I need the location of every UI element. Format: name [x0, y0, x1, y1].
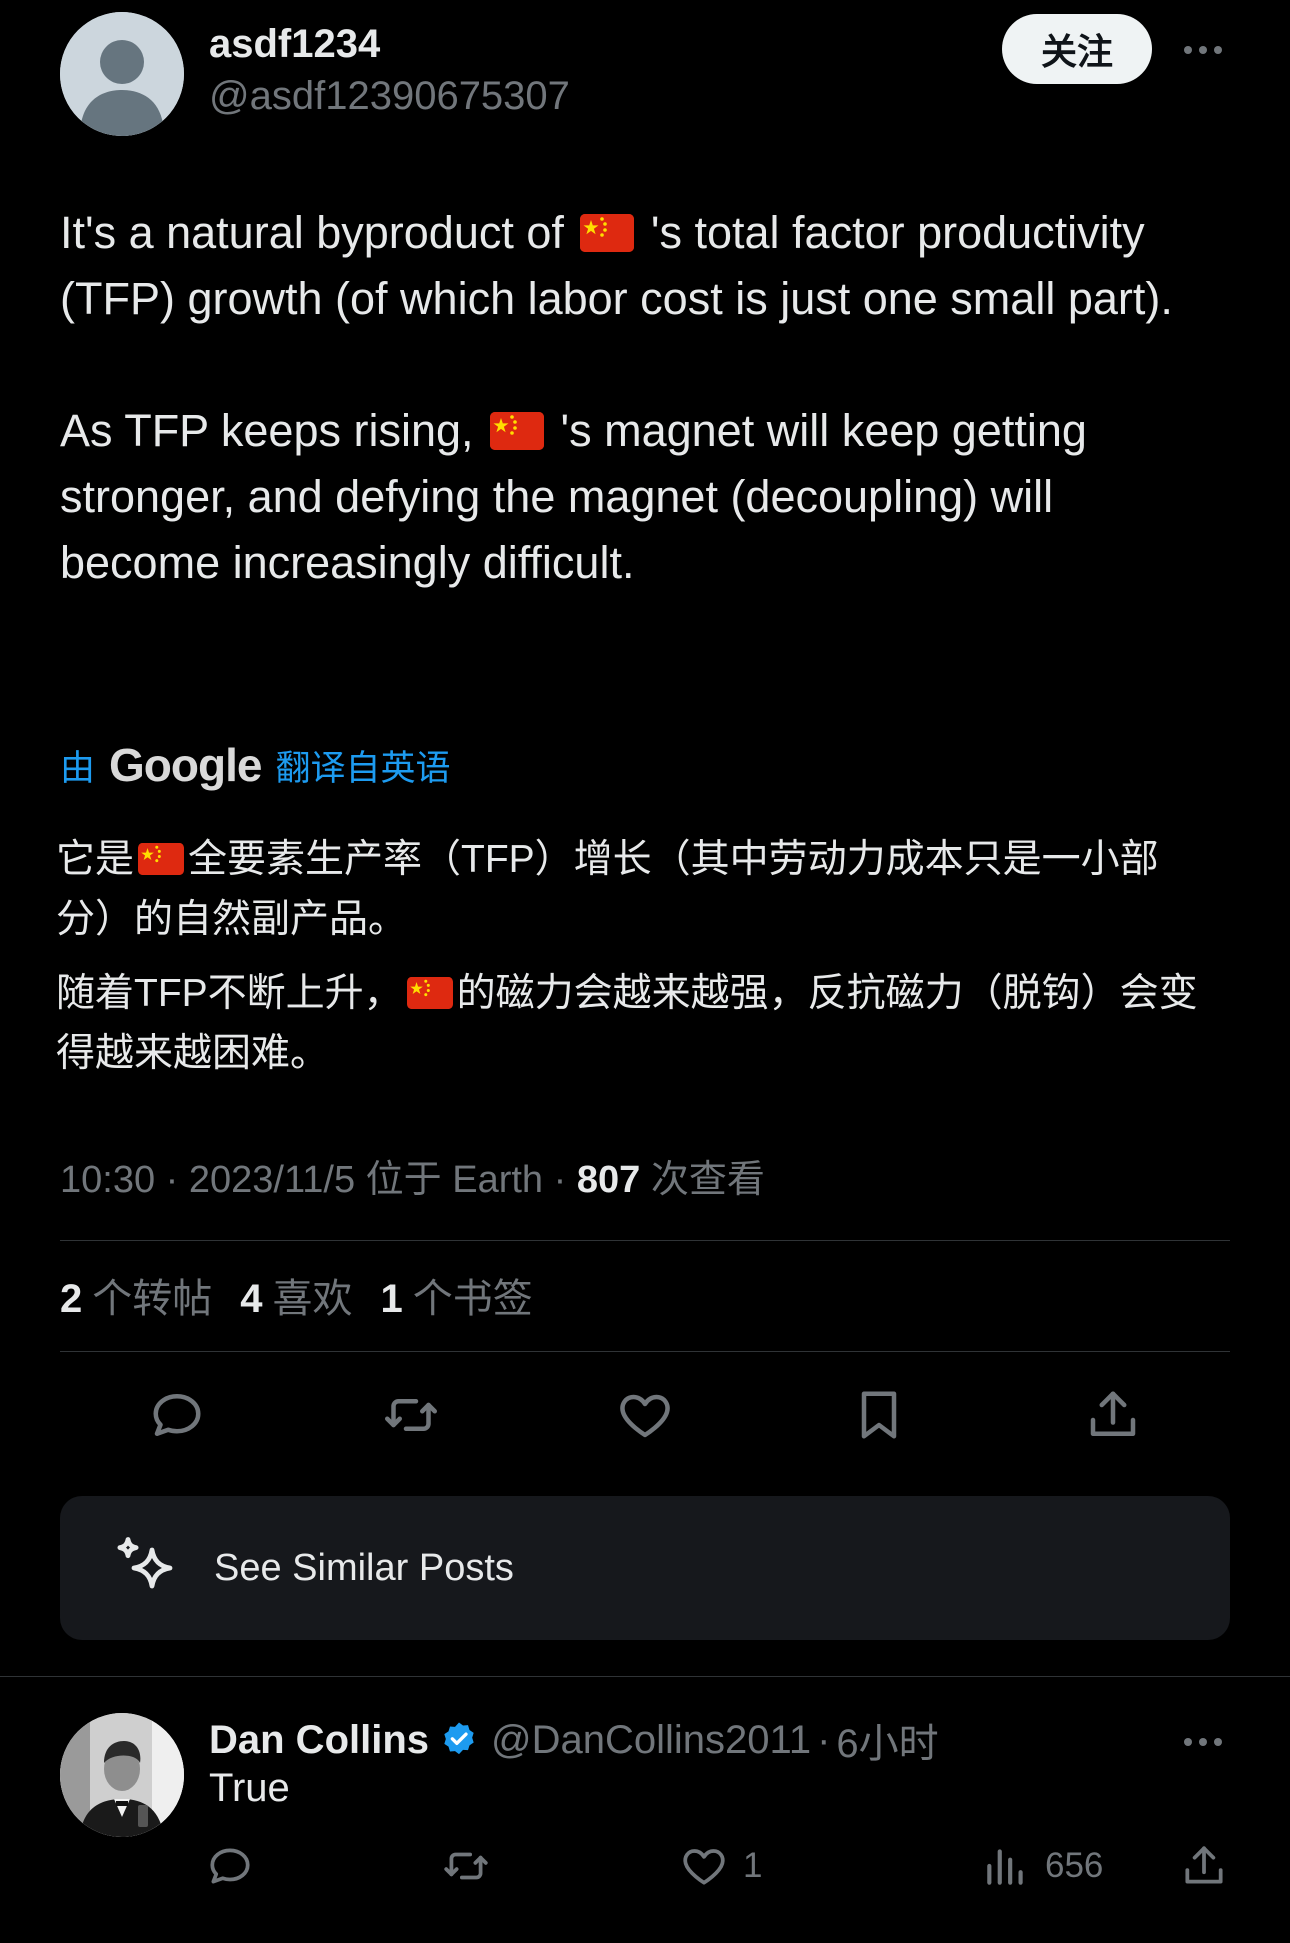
- verified-badge-icon[interactable]: [439, 1720, 479, 1760]
- post-paragraph-2: As TFP keeps rising, 's magnet will keep…: [60, 398, 1190, 596]
- translated-paragraph-2: 随着TFP不断上升， 的磁力会越来越强，反抗磁力（脱钩）会变得越来越困难。: [56, 964, 1206, 1084]
- translated-paragraph-2-start: 随着TFP不断上升，: [56, 972, 403, 1015]
- reply-like-count: 1: [743, 1846, 763, 1885]
- divider: [0, 1676, 1290, 1677]
- reply-like-button[interactable]: 1: [679, 1834, 762, 1898]
- post-paragraph-1-start: It's a natural byproduct of: [60, 207, 577, 258]
- like-icon[interactable]: [610, 1380, 680, 1450]
- bookmarks-count: 1: [380, 1277, 403, 1321]
- reposts-label: 个转帖: [92, 1277, 213, 1321]
- post-header: asdf1234 @asdf12390675307 关注: [60, 12, 1230, 136]
- engagement-stats: 2 个转帖 4 喜欢 1 个书签: [60, 1266, 533, 1324]
- bookmark-icon[interactable]: [844, 1380, 914, 1450]
- default-avatar-icon: [60, 12, 184, 136]
- reply-header: Dan Collins @DanCollins2011 · 6小时: [209, 1710, 939, 1770]
- divider: [60, 1240, 1230, 1241]
- reply-post[interactable]: Dan Collins @DanCollins2011 · 6小时 True 1: [60, 1710, 1230, 1943]
- views-icon: [987, 1849, 1023, 1885]
- reply-reply-button[interactable]: [205, 1834, 255, 1898]
- follow-button[interactable]: 关注: [1002, 14, 1152, 84]
- translation-attribution[interactable]: 由 Google 翻译自英语: [60, 735, 450, 795]
- post-paragraph-1: It's a natural byproduct of 's total fac…: [60, 200, 1190, 332]
- see-similar-posts-button[interactable]: See Similar Posts: [60, 1496, 1230, 1640]
- divider: [60, 1351, 1230, 1352]
- china-flag-emoji: [580, 214, 635, 252]
- china-flag-emoji: [138, 843, 185, 875]
- post-action-bar: [60, 1380, 1230, 1450]
- china-flag-emoji: [406, 977, 453, 1009]
- post-location: 位于 Earth: [365, 1159, 544, 1201]
- share-icon: [1185, 1846, 1223, 1884]
- google-logo: Google: [109, 739, 262, 791]
- bookmarks-stat[interactable]: 1 个书签: [381, 1266, 533, 1324]
- more-icon[interactable]: [1175, 30, 1231, 70]
- reply-repost-button[interactable]: [441, 1834, 491, 1898]
- repost-icon[interactable]: [376, 1380, 446, 1450]
- see-similar-posts-label: See Similar Posts: [214, 1546, 514, 1589]
- reply-icon: [210, 1848, 250, 1884]
- more-icon[interactable]: [1175, 1722, 1231, 1762]
- translated-by-label: 由: [60, 748, 96, 788]
- views-label: 次查看: [650, 1159, 765, 1201]
- likes-stat[interactable]: 4 喜欢: [240, 1266, 352, 1324]
- post-time[interactable]: 10:30: [60, 1159, 155, 1201]
- post-text: It's a natural byproduct of 's total fac…: [60, 200, 1190, 596]
- reply-share-button[interactable]: [1179, 1834, 1229, 1898]
- reposts-stat[interactable]: 2 个转帖: [60, 1266, 212, 1324]
- share-icon[interactable]: [1078, 1380, 1148, 1450]
- post-meta: 10:30 · 2023/11/5 位于 Earth · 807 次查看: [60, 1148, 765, 1203]
- china-flag-emoji: [490, 412, 545, 450]
- author-avatar[interactable]: [60, 12, 184, 136]
- like-icon: [683, 1849, 725, 1885]
- translated-paragraph-1-start: 它是: [56, 838, 135, 881]
- repost-icon: [444, 1852, 488, 1880]
- reply-view-count: 656: [1045, 1846, 1104, 1885]
- sparkle-icon: [117, 1537, 173, 1589]
- post-date[interactable]: 2023/11/5: [189, 1159, 355, 1201]
- post-detail-page: asdf1234 @asdf12390675307 关注 It's a natu…: [0, 0, 1290, 1943]
- reply-text: True: [209, 1766, 290, 1810]
- views-count: 807: [576, 1159, 641, 1201]
- reply-icon[interactable]: [142, 1380, 212, 1450]
- translated-text: 它是 全要素生产率（TFP）增长（其中劳动力成本只是一小部分）的自然副产品。 随着…: [56, 830, 1206, 1098]
- likes-label: 喜欢: [272, 1277, 353, 1321]
- reply-time-ago[interactable]: 6小时: [836, 1711, 938, 1769]
- reply-avatar-photo: [60, 1713, 184, 1837]
- meta-separator: ·: [165, 1159, 179, 1201]
- reposts-count: 2: [60, 1277, 83, 1321]
- meta-separator: ·: [553, 1159, 567, 1201]
- reply-action-bar: 1 656: [209, 1834, 1230, 1898]
- reply-display-name[interactable]: Dan Collins: [209, 1718, 429, 1763]
- reply-author-avatar[interactable]: [60, 1713, 184, 1837]
- reply-views-button[interactable]: 656: [981, 1834, 1103, 1898]
- translated-paragraph-1-end: 全要素生产率（TFP）增长（其中劳动力成本只是一小部分）的自然副产品。: [56, 838, 1159, 941]
- author-handle[interactable]: @asdf12390675307: [209, 74, 570, 119]
- author-display-name[interactable]: asdf1234: [209, 22, 380, 67]
- bookmarks-label: 个书签: [412, 1277, 533, 1321]
- reply-separator: ·: [817, 1717, 831, 1762]
- translated-paragraph-1: 它是 全要素生产率（TFP）增长（其中劳动力成本只是一小部分）的自然副产品。: [56, 830, 1206, 950]
- reply-handle[interactable]: @DanCollins2011: [491, 1718, 811, 1763]
- post-paragraph-2-start: As TFP keeps rising,: [60, 405, 487, 456]
- likes-count: 4: [240, 1277, 263, 1321]
- translated-from-label[interactable]: 翻译自英语: [275, 740, 450, 791]
